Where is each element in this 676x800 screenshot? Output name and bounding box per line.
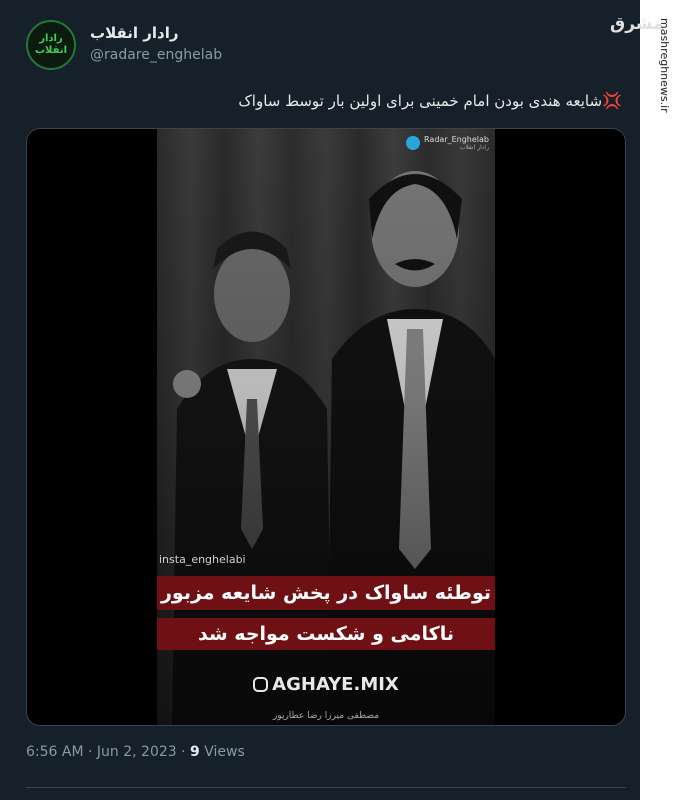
sep-dot: · xyxy=(88,744,93,760)
divider xyxy=(26,787,626,788)
site-url: mashreghnews.ir xyxy=(658,18,671,113)
photo-names: مصطفی میرزا رضا عطارپور xyxy=(272,711,380,721)
sep-dot: · xyxy=(181,744,186,760)
avatar-text-top: رادار xyxy=(39,33,63,44)
site-logo: مشرق xyxy=(610,14,664,34)
date: Jun 2, 2023 xyxy=(96,744,177,760)
tweet-timestamp[interactable]: 6:56 AM · Jun 2, 2023 · 9 Views xyxy=(26,744,245,760)
anger-emoji-icon: 💢 xyxy=(602,91,622,110)
views-count: 9 xyxy=(190,744,200,760)
views-label: Views xyxy=(204,744,245,760)
telegram-label: Radar_Enghelab xyxy=(424,135,489,144)
display-name[interactable]: رادار انقلاب xyxy=(90,24,179,42)
tweet: رادار انقلاب رادار انقلاب @radare_enghel… xyxy=(0,0,640,800)
avatar[interactable]: رادار انقلاب xyxy=(26,20,76,70)
tweet-body: شایعه هندی بودن امام خمینی برای اولین با… xyxy=(238,92,603,110)
telegram-watermark: Radar_Enghelab رادار انقلاب xyxy=(406,135,489,151)
caption-line-1: توطئه ساواک در پخش شایعه مزبور با xyxy=(157,576,495,638)
telegram-sub: رادار انقلاب xyxy=(459,144,489,151)
instagram-icon xyxy=(253,677,269,692)
time: 6:56 AM xyxy=(26,744,84,760)
tweet-text: 💢شایعه هندی بودن امام خمینی برای اولین ب… xyxy=(238,91,622,110)
brand-watermark: AGHAYE.MIX xyxy=(157,674,495,695)
video-frame: Radar_Enghelab رادار انقلاب insta_enghel… xyxy=(157,129,495,725)
telegram-icon xyxy=(406,136,421,150)
brand-label: AGHAYE.MIX xyxy=(272,674,399,695)
media-video[interactable]: Radar_Enghelab رادار انقلاب insta_enghel… xyxy=(26,128,626,726)
avatar-text-bottom: انقلاب xyxy=(34,45,68,56)
caption-line-2: ناکامی و شکست مواجه شد xyxy=(157,618,495,650)
user-handle[interactable]: @radare_enghelab xyxy=(90,47,222,63)
insta-tag: insta_enghelabi xyxy=(159,553,246,566)
